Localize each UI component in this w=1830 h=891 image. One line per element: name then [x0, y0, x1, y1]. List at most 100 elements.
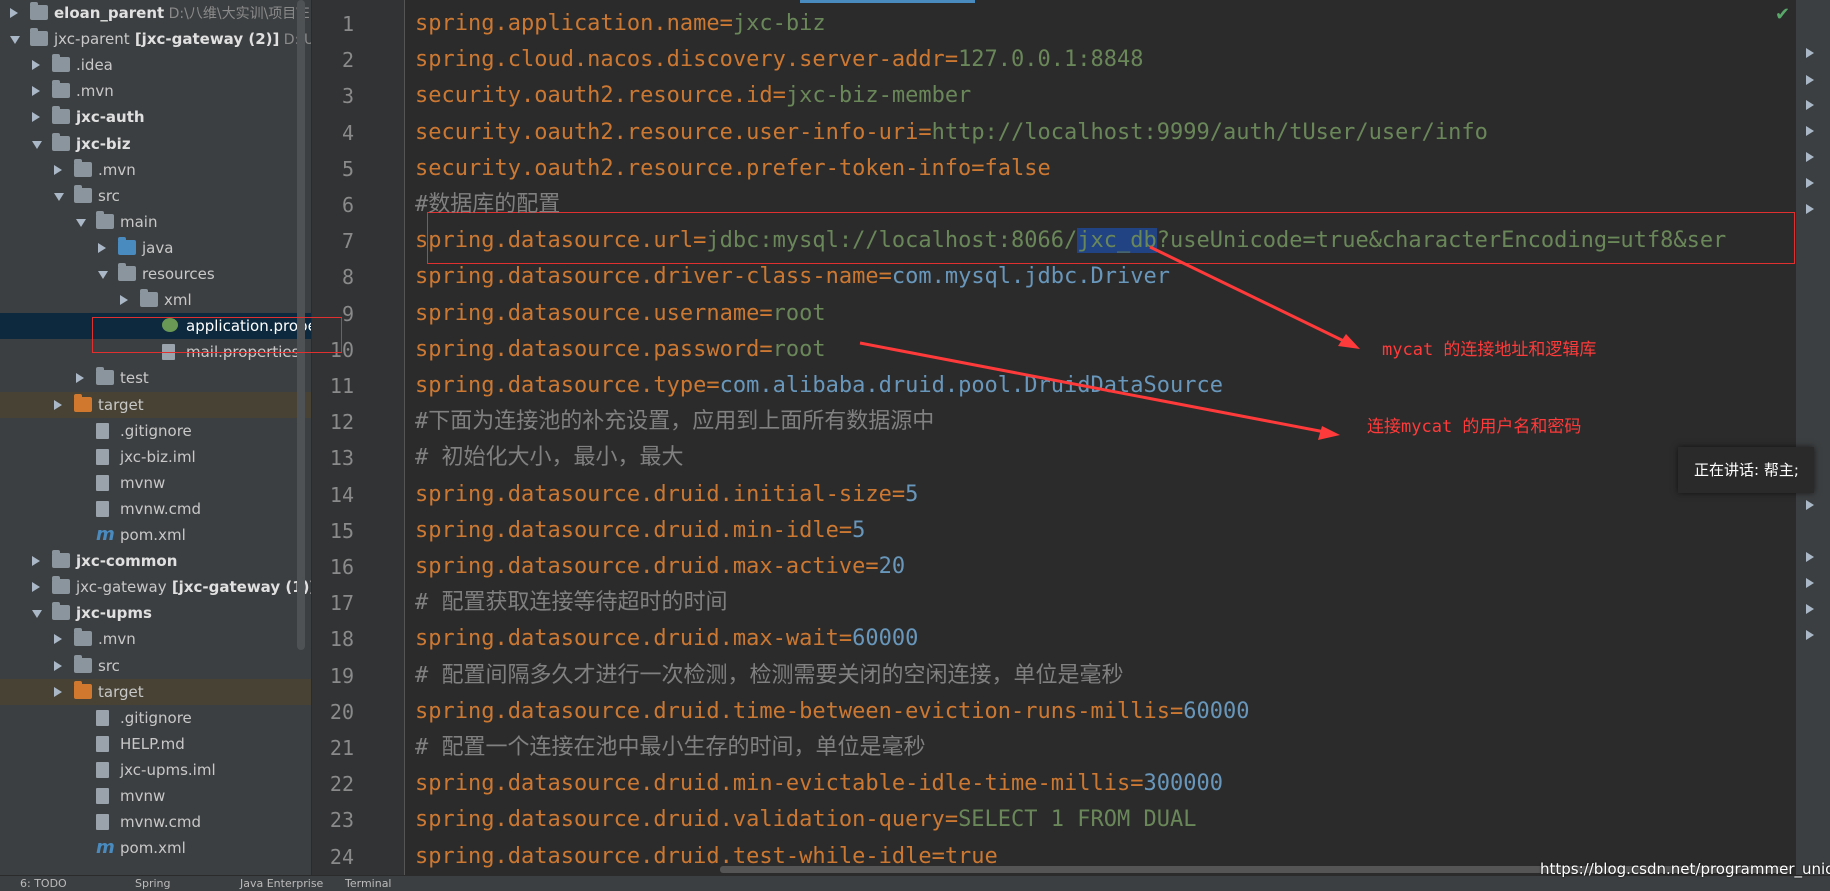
chevron-down-icon[interactable] [54, 192, 64, 201]
code-editor[interactable]: spring.application.name=jxc-biz spring.cl… [405, 0, 1795, 875]
tree-item[interactable]: HELP.md [0, 731, 311, 757]
code-line[interactable]: # 初始化大小，最小，最大 [415, 440, 684, 476]
chevron-right-icon[interactable] [54, 634, 62, 645]
code-line[interactable]: #下面为连接池的补充设置，应用到上面所有数据源中 [415, 404, 934, 440]
tree-item[interactable]: mvnw [0, 470, 311, 496]
tree-item[interactable]: m pom.xml [0, 522, 311, 548]
code-line[interactable]: # 配置间隔多久才进行一次检测，检测需要关闭的空闲连接，单位是毫秒 [415, 658, 1124, 694]
chevron-right-icon[interactable] [1806, 604, 1814, 614]
chevron-right-icon[interactable] [32, 112, 40, 123]
chevron-right-icon[interactable] [1806, 552, 1814, 562]
chevron-right-icon[interactable] [32, 556, 40, 567]
chevron-right-icon[interactable] [76, 373, 84, 384]
tree-item[interactable]: eloan_parent D:\八维\大实训\项目\E [0, 0, 311, 26]
chevron-right-icon[interactable] [1806, 152, 1814, 162]
tree-item[interactable]: main [0, 209, 311, 235]
tree-item[interactable]: mvnw [0, 783, 311, 809]
chevron-right-icon[interactable] [10, 8, 18, 18]
tool-window-tab[interactable]: Spring [135, 876, 171, 891]
chevron-right-icon[interactable] [32, 86, 40, 97]
tree-item[interactable]: m pom.xml [0, 835, 311, 861]
tree-item[interactable]: jxc-upms.iml [0, 757, 311, 783]
tree-item[interactable]: jxc-auth [0, 104, 311, 130]
chevron-right-icon[interactable] [1806, 126, 1814, 136]
code-line[interactable]: spring.datasource.druid.time-between-evi… [415, 694, 1249, 730]
chevron-down-icon[interactable] [32, 140, 42, 149]
tree-item[interactable]: jxc-gateway [jxc-gateway (1)] [0, 574, 311, 600]
code-line[interactable]: # 配置获取连接等待超时的时间 [415, 585, 728, 621]
code-line[interactable]: spring.datasource.url=jdbc:mysql://local… [415, 223, 1726, 259]
code-line[interactable]: spring.datasource.druid.max-active=20 [415, 549, 905, 585]
tree-item[interactable]: .idea [0, 52, 311, 78]
chevron-right-icon[interactable] [1806, 75, 1814, 85]
chevron-right-icon[interactable] [1806, 500, 1814, 510]
right-tool-panel[interactable] [1795, 0, 1830, 875]
code-line[interactable]: spring.datasource.druid.max-wait=60000 [415, 621, 918, 657]
chevron-right-icon[interactable] [54, 686, 62, 697]
tree-item[interactable]: jxc-biz [0, 131, 311, 157]
tree-item[interactable]: mail.properties [0, 339, 311, 365]
chevron-right-icon[interactable] [1806, 578, 1814, 588]
chevron-right-icon[interactable] [1806, 178, 1814, 188]
code-line[interactable]: spring.datasource.driver-class-name=com.… [415, 259, 1170, 295]
chevron-right-icon[interactable] [54, 164, 62, 175]
tree-item[interactable]: test [0, 365, 311, 391]
code-line[interactable]: spring.datasource.type=com.alibaba.druid… [415, 368, 1223, 404]
code-line[interactable]: #数据库的配置 [415, 187, 560, 223]
chevron-right-icon[interactable] [1806, 48, 1814, 58]
folder-icon [140, 289, 158, 308]
code-line[interactable]: spring.datasource.druid.initial-size=5 [415, 477, 918, 513]
tree-item[interactable]: jxc-parent [jxc-gateway (2)] D:\Use [0, 26, 311, 52]
tree-item[interactable]: java [0, 235, 311, 261]
tree-item-label: mvnw.cmd [120, 809, 201, 835]
code-line[interactable]: security.oauth2.resource.prefer-token-in… [415, 151, 1051, 187]
tree-item[interactable]: .mvn [0, 157, 311, 183]
tree-item[interactable]: xml [0, 287, 311, 313]
chevron-down-icon[interactable] [98, 271, 108, 279]
chevron-right-icon[interactable] [32, 60, 40, 71]
tree-item[interactable]: mvnw.cmd [0, 496, 311, 522]
tree-item[interactable]: mvnw.cmd [0, 809, 311, 835]
tree-item[interactable]: target [0, 678, 311, 705]
chevron-right-icon[interactable] [1806, 630, 1814, 640]
chevron-down-icon[interactable] [10, 36, 20, 45]
tree-item[interactable]: .mvn [0, 78, 311, 104]
tool-window-tab[interactable]: Terminal [345, 876, 392, 891]
code-line[interactable]: spring.datasource.druid.min-idle=5 [415, 513, 865, 549]
chevron-right-icon[interactable] [98, 242, 106, 253]
chevron-down-icon[interactable] [32, 610, 42, 619]
code-line[interactable]: spring.datasource.username=root [415, 296, 826, 332]
tree-item[interactable]: application.properti [0, 313, 311, 340]
tool-window-tab[interactable]: 6: TODO [20, 876, 67, 891]
code-line[interactable]: spring.datasource.druid.min-evictable-id… [415, 766, 1223, 802]
tree-item[interactable]: target [0, 391, 311, 418]
tree-item[interactable]: resources [0, 261, 311, 287]
folder-icon [118, 236, 136, 255]
chevron-right-icon[interactable] [1806, 204, 1814, 214]
code-line[interactable]: spring.application.name=jxc-biz [415, 6, 826, 42]
code-token: = [1130, 771, 1144, 797]
chevron-right-icon[interactable] [32, 582, 40, 593]
tree-item[interactable]: src [0, 653, 311, 679]
code-line[interactable]: spring.datasource.password=root [415, 332, 826, 368]
code-line[interactable]: security.oauth2.resource.id=jxc-biz-memb… [415, 78, 971, 114]
chevron-right-icon[interactable] [1806, 100, 1814, 110]
tree-item[interactable]: jxc-common [0, 548, 311, 574]
chevron-right-icon[interactable] [120, 295, 128, 306]
chevron-right-icon[interactable] [54, 399, 62, 410]
tree-item[interactable]: .mvn [0, 626, 311, 652]
tree-item[interactable]: jxc-biz.iml [0, 444, 311, 470]
tree-item[interactable]: src [0, 183, 311, 209]
code-line[interactable]: spring.cloud.nacos.discovery.server-addr… [415, 42, 1144, 78]
code-line[interactable]: # 配置一个连接在池中最小生存的时间，单位是毫秒 [415, 730, 926, 766]
tool-window-tab[interactable]: Java Enterprise [240, 876, 323, 891]
sidebar-scrollbar[interactable] [297, 0, 305, 650]
code-line[interactable]: spring.datasource.druid.validation-query… [415, 802, 1196, 838]
chevron-right-icon[interactable] [54, 660, 62, 671]
chevron-down-icon[interactable] [76, 218, 86, 227]
project-tree-panel[interactable]: eloan_parent D:\八维\大实训\项目\E jxc-parent [j… [0, 0, 312, 875]
tree-item[interactable]: .gitignore [0, 705, 311, 731]
tree-item[interactable]: .gitignore [0, 418, 311, 444]
code-line[interactable]: security.oauth2.resource.user-info-uri=h… [415, 115, 1488, 151]
tree-item[interactable]: jxc-upms [0, 600, 311, 626]
